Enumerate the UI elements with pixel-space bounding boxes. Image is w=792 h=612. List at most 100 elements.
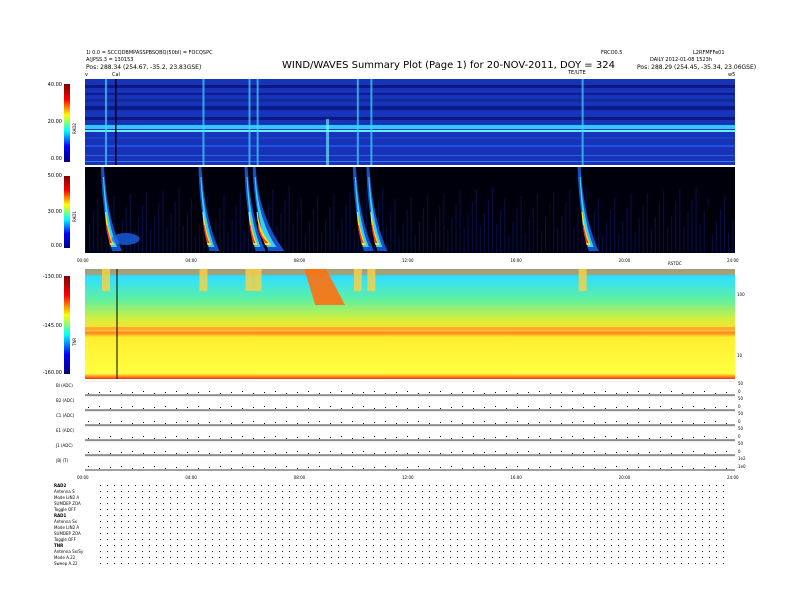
housekeeping-point [220,466,221,467]
status-dot [303,545,304,546]
status-dot [170,551,171,552]
rad1-noise-streak [333,194,335,253]
status-dot [282,533,283,534]
status-dot [219,557,220,558]
status-dot [408,533,409,534]
status-dot [394,503,395,504]
status-dot [121,521,122,522]
rad1-noise-streak [536,194,538,253]
housekeeping-point [165,451,166,452]
status-dot [471,491,472,492]
status-dot [387,527,388,528]
status-dot [212,521,213,522]
housekeeping-point [231,423,232,424]
status-dot [114,557,115,558]
status-dot [226,563,227,564]
status-dot [338,533,339,534]
status-dot [590,563,591,564]
status-dot [331,545,332,546]
housekeeping-point [132,423,133,424]
housekeeping-traces [85,381,735,471]
status-dot [590,509,591,510]
status-dot [429,503,430,504]
housekeeping-point [88,438,89,439]
status-dot [618,539,619,540]
status-dot [625,563,626,564]
status-dot [373,563,374,564]
status-dot [345,503,346,504]
status-dot [170,533,171,534]
status-dot [499,557,500,558]
rad1-noise-streak [561,216,563,253]
status-dot [149,557,150,558]
housekeeping-point [561,406,562,407]
status-dot [359,527,360,528]
status-dot [366,563,367,564]
housekeeping-point [253,466,254,467]
rad1-noise-streak [329,207,331,253]
status-dot [198,527,199,528]
status-dot [170,557,171,558]
housekeeping-point [352,407,353,408]
housekeeping-point [154,438,155,439]
housekeeping-point [693,406,694,407]
status-dot [667,515,668,516]
status-dot [324,539,325,540]
status-dot [429,551,430,552]
status-dot [191,521,192,522]
status-dot [674,557,675,558]
status-dot [702,539,703,540]
status-dot [688,533,689,534]
housekeeping-point [363,451,364,452]
housekeeping-point [99,423,100,424]
housekeeping-point [605,453,606,454]
status-dot [191,557,192,558]
status-dot [184,533,185,534]
housekeeping-point [473,391,474,392]
status-dot [408,509,409,510]
status-dot [289,491,290,492]
status-dot [310,491,311,492]
status-dot [387,551,388,552]
status-dot [541,545,542,546]
status-dot [611,533,612,534]
housekeeping-point [616,466,617,467]
status-dot [226,557,227,558]
status-dot [331,491,332,492]
status-dot [688,521,689,522]
status-dot [625,545,626,546]
status-dot [695,563,696,564]
housekeeping-point [671,436,672,437]
status-dot [604,521,605,522]
housekeeping-point [539,422,540,423]
status-dot [527,563,528,564]
status-dot [555,497,556,498]
status-dot [261,539,262,540]
status-dot [450,509,451,510]
housekeeping-point [253,393,254,394]
rad1-noise-streak [634,232,636,253]
status-dot [597,527,598,528]
housekeeping-point [649,438,650,439]
status-dot [289,503,290,504]
housekeeping-point [341,422,342,423]
status-dot [170,485,171,486]
status-dot [534,521,535,522]
status-dot [261,545,262,546]
status-dot [611,503,612,504]
status-dot [597,509,598,510]
status-dot [576,557,577,558]
status-dot [100,539,101,540]
status-dot [149,515,150,516]
status-dot [240,497,241,498]
status-dot [688,497,689,498]
status-dot [177,563,178,564]
status-dot [667,545,668,546]
status-dot [429,491,430,492]
status-dot [639,509,640,510]
rad1-noise-streak [492,187,494,253]
housekeeping-point [198,406,199,407]
housekeeping-point [110,422,111,423]
status-dot [366,491,367,492]
status-dot [373,503,374,504]
